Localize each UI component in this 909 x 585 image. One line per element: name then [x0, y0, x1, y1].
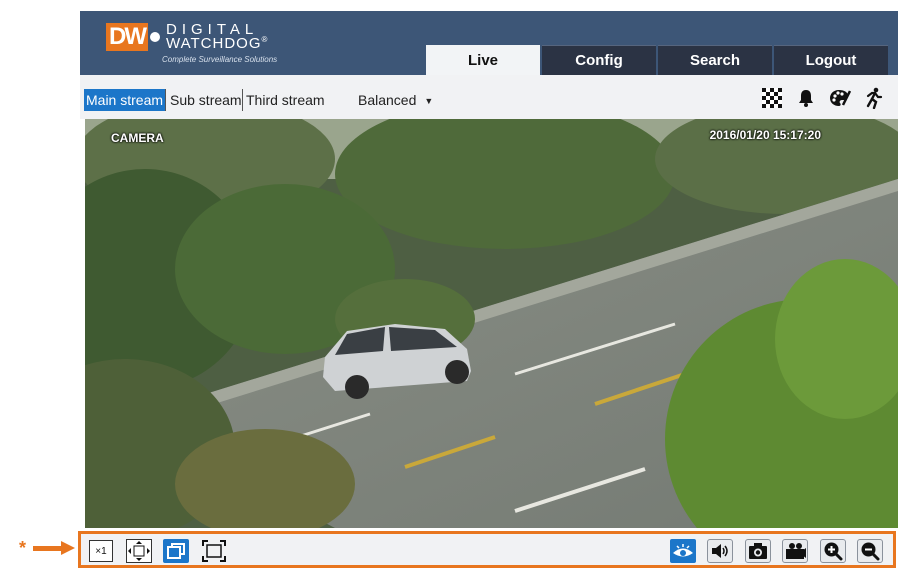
snapshot-icon: [749, 543, 767, 559]
annotation-arrow-icon: [33, 541, 75, 555]
record-icon: [786, 543, 806, 559]
main-tabs: Live Config Search Logout: [426, 45, 888, 75]
live-video[interactable]: CAMERA 2016/01/20 15:17:20: [85, 119, 898, 528]
logo-mark: DW: [106, 23, 148, 51]
quality-value: Balanced: [358, 92, 417, 108]
zoom-in-button[interactable]: [820, 539, 846, 563]
snapshot-button[interactable]: [745, 539, 771, 563]
tab-live[interactable]: Live: [426, 45, 540, 75]
digital-watchdog-logo: DW DIGITAL WATCHDOG® Complete Surveillan…: [106, 21, 296, 67]
audio-button[interactable]: [707, 539, 733, 563]
fullscreen-button[interactable]: [201, 539, 227, 563]
tab-config[interactable]: Config: [542, 45, 656, 75]
app-header: DW DIGITAL WATCHDOG® Complete Surveillan…: [80, 11, 898, 75]
original-size-icon: ×1: [95, 545, 107, 557]
logo-tagline: Complete Surveillance Solutions: [162, 55, 278, 64]
camera-label: CAMERA: [111, 131, 164, 145]
timestamp: 2016/01/20 15:17:20: [709, 128, 821, 142]
tab-logout[interactable]: Logout: [774, 45, 888, 75]
zoom-in-icon: [824, 542, 843, 561]
palette-icon[interactable]: [828, 86, 852, 110]
sub-stream-option[interactable]: Sub stream: [168, 89, 244, 111]
checkerboard-icon[interactable]: [760, 86, 784, 110]
window-mode-button[interactable]: [163, 539, 189, 563]
stream-separator: [242, 89, 243, 111]
annotation-asterisk: *: [19, 538, 27, 558]
eye-button[interactable]: [670, 539, 696, 563]
zoom-out-icon: [861, 542, 880, 561]
tab-search[interactable]: Search: [658, 45, 772, 75]
stream-separator: [165, 89, 166, 111]
video-scene: [85, 119, 898, 528]
logo-dot: [150, 32, 160, 42]
video-toolbar: ×1: [78, 531, 896, 568]
caret-down-icon: ▼: [424, 96, 434, 107]
audio-icon: [712, 544, 728, 558]
bell-icon[interactable]: [794, 86, 818, 110]
eye-icon: [673, 544, 693, 557]
fit-window-icon: [128, 541, 150, 561]
fullscreen-icon: [202, 540, 226, 562]
stream-bar: Main stream Sub stream Third stream Bala…: [80, 75, 898, 119]
main-stream-option[interactable]: Main stream: [84, 89, 166, 111]
top-icon-group: [760, 86, 886, 110]
window-mode-icon: [167, 543, 185, 559]
fit-window-button[interactable]: [126, 539, 152, 563]
original-size-button[interactable]: ×1: [89, 540, 113, 562]
record-button[interactable]: [782, 539, 808, 563]
logo-line2: WATCHDOG®: [166, 35, 269, 52]
zoom-out-button[interactable]: [857, 539, 883, 563]
quality-dropdown[interactable]: Balanced ▼: [358, 89, 433, 111]
third-stream-option[interactable]: Third stream: [244, 89, 327, 111]
running-person-icon[interactable]: [862, 86, 886, 110]
